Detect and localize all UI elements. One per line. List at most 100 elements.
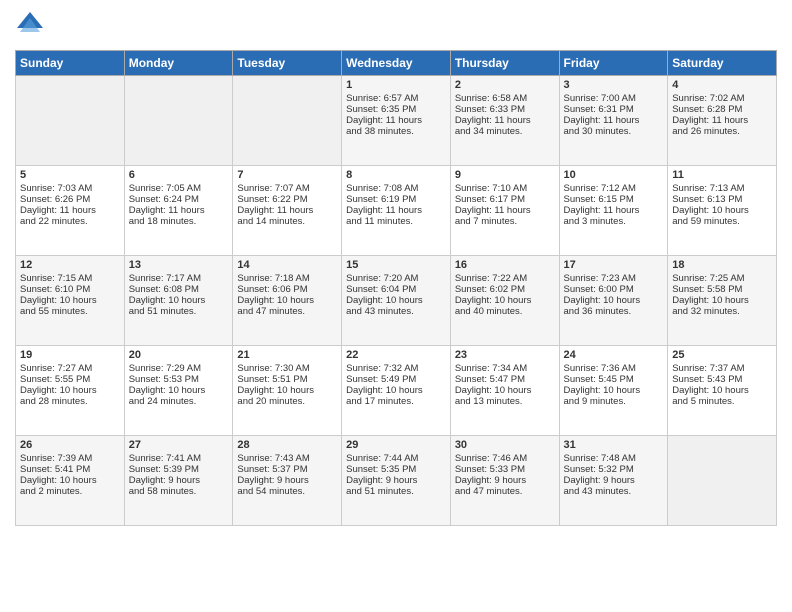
day-info: Sunrise: 7:27 AM Sunset: 5:55 PM Dayligh… bbox=[20, 363, 97, 407]
calendar-cell: 9 Sunrise: 7:10 AM Sunset: 6:17 PM Daylig… bbox=[450, 166, 559, 256]
day-info: Sunrise: 7:39 AM Sunset: 5:41 PM Dayligh… bbox=[20, 453, 97, 497]
day-info: Sunrise: 7:08 AM Sunset: 6:19 PM Dayligh… bbox=[346, 183, 422, 227]
page-container: SundayMondayTuesdayWednesdayThursdayFrid… bbox=[0, 0, 792, 536]
calendar-cell: 8 Sunrise: 7:08 AM Sunset: 6:19 PM Daylig… bbox=[342, 166, 451, 256]
calendar-cell bbox=[233, 76, 342, 166]
weekday-header: Saturday bbox=[668, 51, 777, 76]
day-number: 18 bbox=[672, 259, 772, 271]
day-number: 10 bbox=[564, 169, 664, 181]
weekday-header: Thursday bbox=[450, 51, 559, 76]
calendar-cell: 15 Sunrise: 7:20 AM Sunset: 6:04 PM Dayli… bbox=[342, 256, 451, 346]
day-info: Sunrise: 7:15 AM Sunset: 6:10 PM Dayligh… bbox=[20, 273, 97, 317]
calendar-cell: 24 Sunrise: 7:36 AM Sunset: 5:45 PM Dayli… bbox=[559, 346, 668, 436]
calendar-cell: 27Sunrise: 7:41 AM Sunset: 5:39 PM Dayli… bbox=[124, 436, 233, 526]
calendar-cell bbox=[668, 436, 777, 526]
calendar-row: 1Sunrise: 6:57 AM Sunset: 6:35 PM Daylig… bbox=[16, 76, 777, 166]
calendar-cell: 3 Sunrise: 7:00 AM Sunset: 6:31 PM Daylig… bbox=[559, 76, 668, 166]
weekday-header: Sunday bbox=[16, 51, 125, 76]
weekday-header: Wednesday bbox=[342, 51, 451, 76]
day-number: 29 bbox=[346, 439, 446, 451]
day-number: 16 bbox=[455, 259, 555, 271]
day-info: Sunrise: 7:32 AM Sunset: 5:49 PM Dayligh… bbox=[346, 363, 423, 407]
day-info: Sunrise: 7:13 AM Sunset: 6:13 PM Dayligh… bbox=[672, 183, 749, 227]
calendar-cell: 30 Sunrise: 7:46 AM Sunset: 5:33 PM Dayli… bbox=[450, 436, 559, 526]
day-info: Sunrise: 7:22 AM Sunset: 6:02 PM Dayligh… bbox=[455, 273, 532, 317]
calendar-cell bbox=[124, 76, 233, 166]
day-info: Sunrise: 7:48 AM Sunset: 5:32 PM Dayligh… bbox=[564, 453, 636, 497]
calendar-cell: 7 Sunrise: 7:07 AM Sunset: 6:22 PM Daylig… bbox=[233, 166, 342, 256]
weekday-header-row: SundayMondayTuesdayWednesdayThursdayFrid… bbox=[16, 51, 777, 76]
calendar-cell: 4 Sunrise: 7:02 AM Sunset: 6:28 PM Daylig… bbox=[668, 76, 777, 166]
day-number: 25 bbox=[672, 349, 772, 361]
day-number: 3 bbox=[564, 79, 664, 91]
calendar-cell: 5 Sunrise: 7:03 AM Sunset: 6:26 PM Daylig… bbox=[16, 166, 125, 256]
day-info: Sunrise: 7:46 AM Sunset: 5:33 PM Dayligh… bbox=[455, 453, 527, 497]
weekday-header: Tuesday bbox=[233, 51, 342, 76]
calendar-cell: 22 Sunrise: 7:32 AM Sunset: 5:49 PM Dayli… bbox=[342, 346, 451, 436]
calendar-cell: 6 Sunrise: 7:05 AM Sunset: 6:24 PM Daylig… bbox=[124, 166, 233, 256]
day-info: Sunrise: 7:18 AM Sunset: 6:06 PM Dayligh… bbox=[237, 273, 314, 317]
day-number: 27 bbox=[129, 439, 229, 451]
calendar-cell bbox=[16, 76, 125, 166]
calendar-cell: 16 Sunrise: 7:22 AM Sunset: 6:02 PM Dayli… bbox=[450, 256, 559, 346]
day-number: 22 bbox=[346, 349, 446, 361]
calendar-row: 12Sunrise: 7:15 AM Sunset: 6:10 PM Dayli… bbox=[16, 256, 777, 346]
day-info: Sunrise: 7:17 AM Sunset: 6:08 PM Dayligh… bbox=[129, 273, 206, 317]
calendar-cell: 14 Sunrise: 7:18 AM Sunset: 6:06 PM Dayli… bbox=[233, 256, 342, 346]
calendar-cell: 28 Sunrise: 7:43 AM Sunset: 5:37 PM Dayli… bbox=[233, 436, 342, 526]
day-number: 26 bbox=[20, 439, 120, 451]
logo-icon bbox=[15, 10, 45, 40]
day-info: Sunrise: 7:29 AM Sunset: 5:53 PM Dayligh… bbox=[129, 363, 206, 407]
day-number: 14 bbox=[237, 259, 337, 271]
day-number: 7 bbox=[237, 169, 337, 181]
calendar-cell: 17 Sunrise: 7:23 AM Sunset: 6:00 PM Dayli… bbox=[559, 256, 668, 346]
day-number: 21 bbox=[237, 349, 337, 361]
day-info: Sunrise: 7:05 AM Sunset: 6:24 PM Dayligh… bbox=[129, 183, 205, 227]
calendar-cell: 2Sunrise: 6:58 AM Sunset: 6:33 PM Daylig… bbox=[450, 76, 559, 166]
calendar-cell: 20Sunrise: 7:29 AM Sunset: 5:53 PM Dayli… bbox=[124, 346, 233, 436]
day-info: Sunrise: 7:23 AM Sunset: 6:00 PM Dayligh… bbox=[564, 273, 641, 317]
calendar-cell: 18Sunrise: 7:25 AM Sunset: 5:58 PM Dayli… bbox=[668, 256, 777, 346]
day-info: Sunrise: 7:36 AM Sunset: 5:45 PM Dayligh… bbox=[564, 363, 641, 407]
calendar-cell: 25Sunrise: 7:37 AM Sunset: 5:43 PM Dayli… bbox=[668, 346, 777, 436]
day-number: 30 bbox=[455, 439, 555, 451]
day-number: 9 bbox=[455, 169, 555, 181]
calendar-cell: 31Sunrise: 7:48 AM Sunset: 5:32 PM Dayli… bbox=[559, 436, 668, 526]
day-number: 5 bbox=[20, 169, 120, 181]
day-number: 6 bbox=[129, 169, 229, 181]
weekday-header: Friday bbox=[559, 51, 668, 76]
calendar-cell: 11 Sunrise: 7:13 AM Sunset: 6:13 PM Dayli… bbox=[668, 166, 777, 256]
day-info: Sunrise: 7:20 AM Sunset: 6:04 PM Dayligh… bbox=[346, 273, 423, 317]
day-number: 11 bbox=[672, 169, 772, 181]
calendar-cell: 26 Sunrise: 7:39 AM Sunset: 5:41 PM Dayli… bbox=[16, 436, 125, 526]
calendar-row: 26 Sunrise: 7:39 AM Sunset: 5:41 PM Dayli… bbox=[16, 436, 777, 526]
calendar-cell: 12Sunrise: 7:15 AM Sunset: 6:10 PM Dayli… bbox=[16, 256, 125, 346]
day-info: Sunrise: 7:43 AM Sunset: 5:37 PM Dayligh… bbox=[237, 453, 309, 497]
day-info: Sunrise: 7:12 AM Sunset: 6:15 PM Dayligh… bbox=[564, 183, 640, 227]
day-number: 23 bbox=[455, 349, 555, 361]
weekday-header: Monday bbox=[124, 51, 233, 76]
calendar-cell: 23Sunrise: 7:34 AM Sunset: 5:47 PM Dayli… bbox=[450, 346, 559, 436]
day-info: Sunrise: 7:10 AM Sunset: 6:17 PM Dayligh… bbox=[455, 183, 531, 227]
day-number: 17 bbox=[564, 259, 664, 271]
day-info: Sunrise: 7:00 AM Sunset: 6:31 PM Dayligh… bbox=[564, 93, 640, 137]
day-number: 8 bbox=[346, 169, 446, 181]
day-info: Sunrise: 7:07 AM Sunset: 6:22 PM Dayligh… bbox=[237, 183, 313, 227]
calendar-table: SundayMondayTuesdayWednesdayThursdayFrid… bbox=[15, 50, 777, 526]
logo bbox=[15, 10, 49, 40]
calendar-cell: 29Sunrise: 7:44 AM Sunset: 5:35 PM Dayli… bbox=[342, 436, 451, 526]
calendar-cell: 19 Sunrise: 7:27 AM Sunset: 5:55 PM Dayli… bbox=[16, 346, 125, 436]
day-info: Sunrise: 7:02 AM Sunset: 6:28 PM Dayligh… bbox=[672, 93, 748, 137]
day-number: 19 bbox=[20, 349, 120, 361]
calendar-cell: 21Sunrise: 7:30 AM Sunset: 5:51 PM Dayli… bbox=[233, 346, 342, 436]
calendar-cell: 13 Sunrise: 7:17 AM Sunset: 6:08 PM Dayli… bbox=[124, 256, 233, 346]
calendar-row: 19 Sunrise: 7:27 AM Sunset: 5:55 PM Dayli… bbox=[16, 346, 777, 436]
day-number: 28 bbox=[237, 439, 337, 451]
day-number: 1 bbox=[346, 79, 446, 91]
day-info: Sunrise: 7:03 AM Sunset: 6:26 PM Dayligh… bbox=[20, 183, 96, 227]
day-number: 13 bbox=[129, 259, 229, 271]
day-number: 15 bbox=[346, 259, 446, 271]
day-number: 2 bbox=[455, 79, 555, 91]
day-number: 24 bbox=[564, 349, 664, 361]
day-number: 4 bbox=[672, 79, 772, 91]
